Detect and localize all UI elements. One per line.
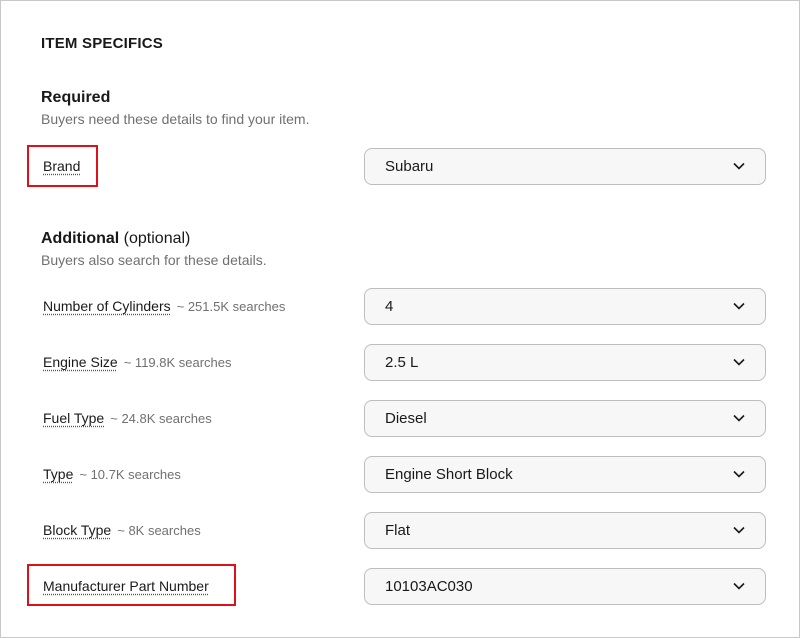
brand-select[interactable]: Subaru [364,148,766,185]
select-value: Subaru [385,158,434,175]
field-label-block-type[interactable]: Block Type ~ 8K searches [43,522,201,538]
field-label-text[interactable]: Block Type [43,522,111,538]
select-value: Diesel [385,410,427,427]
additional-subtitle: Buyers also search for these details. [41,252,267,268]
search-count: ~ 119.8K searches [123,355,232,370]
select-value: Engine Short Block [385,466,513,483]
chevron-down-icon [733,302,745,310]
select-value: Flat [385,522,411,539]
field-label-text[interactable]: Engine Size [43,354,118,370]
select-value: 4 [385,298,394,315]
search-count: ~ 8K searches [117,523,201,538]
required-title: Required [41,89,111,106]
block-type-select[interactable]: Flat [364,512,766,549]
item-specifics-panel: ITEM SPECIFICS Required Buyers need thes… [0,0,800,638]
field-label-text[interactable]: Number of Cylinders [43,298,171,314]
field-label-type[interactable]: Type ~ 10.7K searches [43,466,181,482]
additional-optional-tag: (optional) [123,230,191,247]
chevron-down-icon [733,358,745,366]
highlight-box-brand [27,145,98,187]
select-value: 2.5 L [385,354,419,371]
number-of-cylinders-select[interactable]: 4 [364,288,766,325]
search-count: ~ 251.5K searches [176,299,286,314]
field-label-number-of-cylinders[interactable]: Number of Cylinders ~ 251.5K searches [43,298,285,314]
field-label-engine-size[interactable]: Engine Size ~ 119.8K searches [43,354,232,370]
search-count: ~ 24.8K searches [110,411,212,426]
chevron-down-icon [733,414,745,422]
additional-title: Additional [41,230,120,247]
required-heading: Required [41,89,110,107]
type-select[interactable]: Engine Short Block [364,456,766,493]
chevron-down-icon [733,162,745,170]
field-label-text[interactable]: Type [43,466,73,482]
manufacturer-part-number-select[interactable]: 10103AC030 [364,568,766,605]
search-count: ~ 10.7K searches [79,467,181,482]
chevron-down-icon [733,582,745,590]
fuel-type-select[interactable]: Diesel [364,400,766,437]
section-title: ITEM SPECIFICS [41,35,163,52]
chevron-down-icon [733,470,745,478]
field-label-fuel-type[interactable]: Fuel Type ~ 24.8K searches [43,410,212,426]
select-value: 10103AC030 [385,578,473,595]
field-label-text[interactable]: Fuel Type [43,410,104,426]
chevron-down-icon [733,526,745,534]
required-subtitle: Buyers need these details to find your i… [41,111,310,127]
highlight-box-manufacturer-part-number [27,564,236,606]
engine-size-select[interactable]: 2.5 L [364,344,766,381]
additional-heading: Additional (optional) [41,230,190,248]
